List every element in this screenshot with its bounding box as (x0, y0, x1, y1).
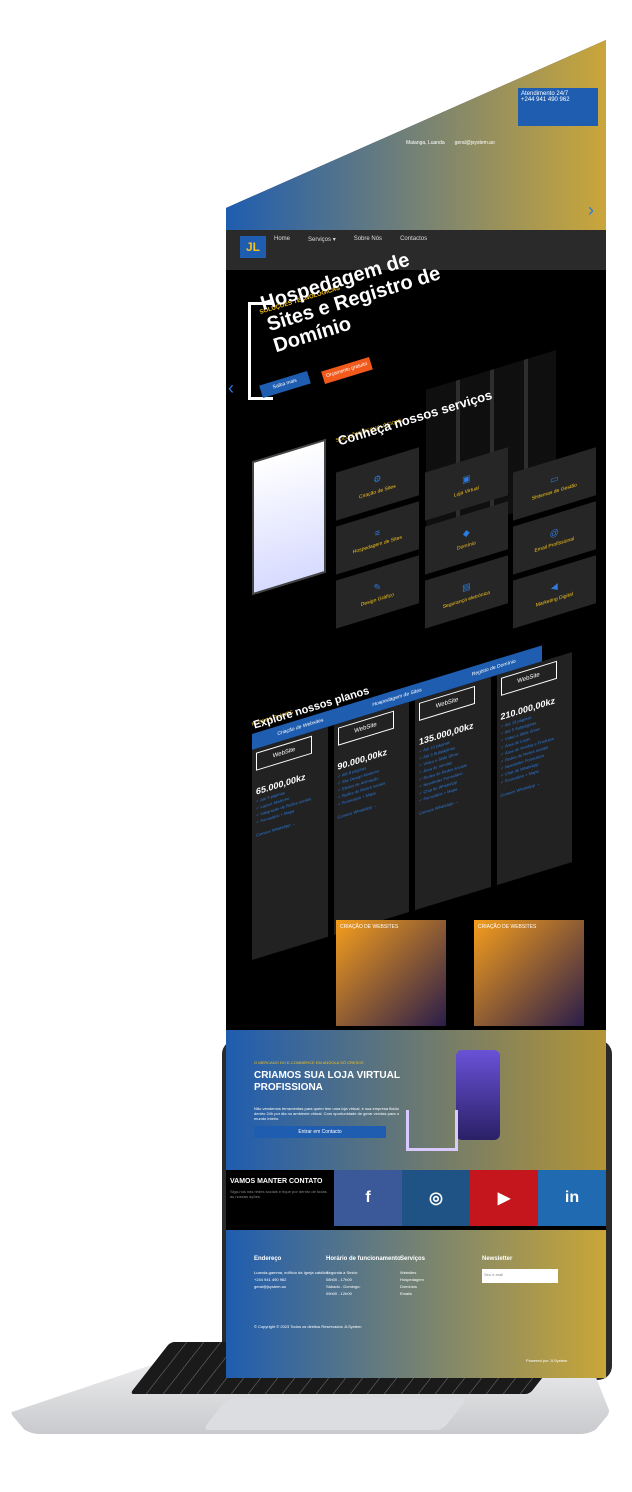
store-contact-button[interactable]: Entrar em Contacto (254, 1126, 386, 1138)
phone-line[interactable]: +244 941 490 962 (254, 1276, 334, 1283)
powered-by-text: Powered por JLSystem (526, 1358, 568, 1363)
email-text[interactable]: geral@jsystem.ao (455, 140, 495, 146)
server-icon: ≡ (374, 527, 380, 539)
hero-title: Hospedagem de Sites e Registro de Domíni… (258, 248, 444, 358)
newsletter-heading: Newsletter (482, 1256, 513, 1262)
footer-link[interactable]: Emails (400, 1290, 480, 1297)
slider-prev-icon[interactable]: ‹ (228, 378, 234, 399)
copyright-text: © Copyright © 2023 Todos os direitos Res… (254, 1324, 362, 1329)
hours-line: 08h00 - 17h00 (326, 1277, 352, 1282)
service-label: Design Gráfico (360, 591, 394, 608)
plan-card: WebSite 90.000,00kz ✓ Até 8 páginas ✓ Site … (333, 702, 409, 936)
gear-icon: ⚙ (373, 472, 382, 485)
megaphone-icon: ◀ (551, 580, 559, 593)
hours-heading: Horário de funcionamento (326, 1256, 401, 1262)
footer: Endereço Luanda-gamma, edifício da Igrej… (226, 1230, 606, 1378)
social-heading: VAMOS MANTER CONTATO (230, 1178, 323, 1185)
linkedin-icon[interactable]: in (538, 1170, 606, 1226)
service-label: Loja Virtual (453, 484, 479, 499)
promo-image: CRIAÇÃO DE WEBSITES (336, 920, 446, 1026)
plans-section: NOSSOS PLANOS Explore nossos planos Cria… (226, 645, 606, 960)
domain-icon: ▭ (550, 472, 559, 485)
lock-icon: ▤ (461, 580, 471, 593)
services-section: SOLUÇÕES TECNOLÓGICAS Conheça nossos ser… (226, 387, 606, 680)
footer-link[interactable]: Websites (400, 1269, 480, 1276)
contact-phone[interactable]: +244 941 490 962 (521, 97, 595, 103)
promo-image: CRIAÇÃO DE WEBSITES (474, 920, 584, 1026)
footer-services: Serviços Websites Hospedagem Domínios Em… (400, 1256, 480, 1297)
hours-line: Sábado - Domingo: (326, 1284, 361, 1289)
laptop-trackpad (202, 1398, 468, 1430)
address-heading: Endereço (254, 1256, 282, 1262)
youtube-icon[interactable]: ▶ (470, 1170, 538, 1226)
top-info: Maianga, Luanda geral@jsystem.ao (406, 140, 495, 146)
footer-address: Endereço Luanda-gamma, edifício da Igrej… (254, 1256, 334, 1290)
plan-card: WebSite 135.000,00kz ✓ Até 10 páginas ✓ Até… (415, 677, 491, 911)
phone-illustration (456, 1050, 500, 1140)
promo-images: CRIAÇÃO DE WEBSITES CRIAÇÃO DE WEBSITES (336, 920, 596, 1030)
newsletter-email-field[interactable]: Seu e-mail (482, 1269, 558, 1283)
plan-card: WebSite 210.000,00kz ✓ Até 15 páginas ✓ Até… (496, 652, 572, 886)
service-label: Criação de Sites (358, 482, 396, 501)
service-label: Domínio (456, 539, 476, 552)
design-icon: ✎ (373, 580, 382, 593)
services-heading: Serviços (400, 1256, 426, 1262)
domain-icon: ◆ (462, 526, 470, 539)
hours-line: Segunda a Sexta: (326, 1270, 358, 1275)
social-info: VAMOS MANTER CONTATO Siga-nos nas redes … (226, 1170, 334, 1226)
address-line: Luanda-gamma, edifício da Igreja católic… (254, 1270, 329, 1275)
store-icon: ▣ (461, 472, 471, 485)
store-title: CRIAMOS SUA LOJA VIRTUAL PROFISSIONA (254, 1070, 400, 1093)
plan-card: WebSite 65.000,00kz ✓ Até 5 páginas ✓ Layou… (252, 726, 328, 960)
instagram-icon[interactable]: ◎ (402, 1170, 470, 1226)
social-subtext: Siga-nos nas redes sociais e fique por d… (230, 1189, 327, 1199)
hero-secondary-button[interactable]: Orçamento gratuito (321, 356, 373, 385)
service-label: Email Profissional (534, 535, 575, 555)
footer-link[interactable]: Domínios (400, 1283, 480, 1290)
footer-link[interactable]: Hospedagem (400, 1276, 480, 1283)
location-text: Maianga, Luanda (406, 140, 445, 146)
hero-section: SOLUÇÕES TECNOLÓGICAS Hospedagem de Site… (226, 200, 606, 540)
email-line[interactable]: geral@jsystem.ao (254, 1283, 334, 1290)
service-label: Sistemas de Gestão (532, 481, 578, 502)
store-kicker: O MERCADO DO E-COMMERCE EM ANGOLA SÓ CRE… (254, 1060, 364, 1065)
facebook-icon[interactable]: f (334, 1170, 402, 1226)
cart-illustration (406, 1110, 458, 1151)
website-screen: Maianga, Luanda geral@jsystem.ao Atendim… (226, 40, 606, 1378)
services-grid: ⚙ Criação de Sites ▣ Loja Virtual ▭ Sistemas … (336, 447, 596, 629)
email-icon: @ (550, 526, 560, 540)
contact-block[interactable]: Atendimento 24/7 +244 941 490 962 (518, 88, 598, 126)
hours-line: 09h00 - 12h00 (326, 1291, 352, 1296)
footer-hours: Horário de funcionamento Segunda a Sexta… (326, 1256, 406, 1297)
footer-newsletter: Newsletter Seu e-mail (482, 1256, 562, 1283)
store-text: Não vendemos ferramentas para quem tem u… (254, 1106, 399, 1121)
service-label: Marketing Digital (536, 590, 574, 609)
slider-next-icon[interactable]: › (588, 200, 594, 221)
laptop-mockup-image (252, 438, 326, 596)
